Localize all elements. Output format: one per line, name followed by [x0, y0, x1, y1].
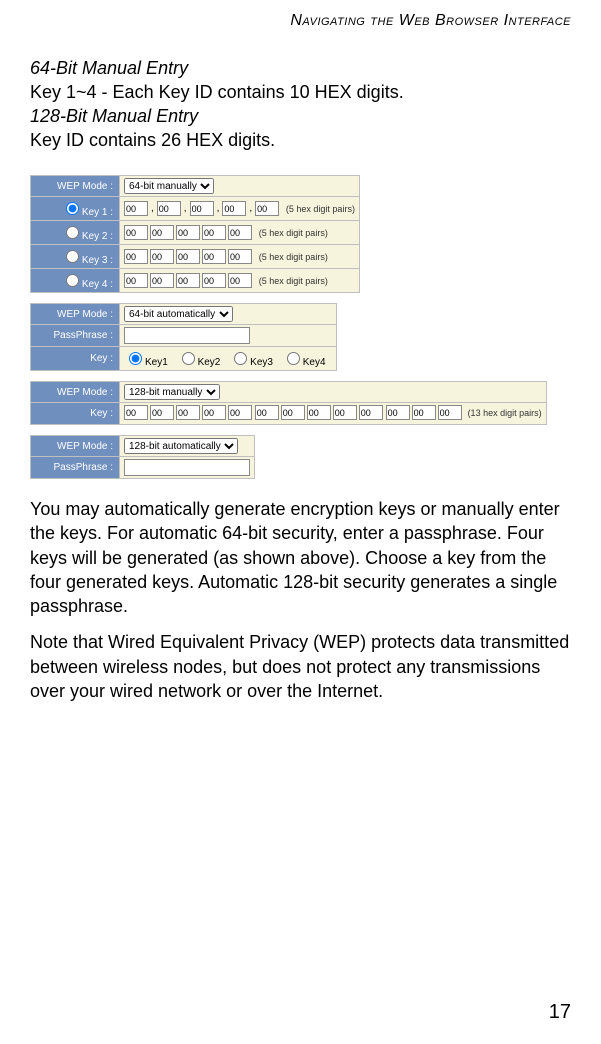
key1-label: Key 1 : [82, 207, 113, 218]
section-64bit-body: Key 1~4 - Each Key ID contains 10 HEX di… [30, 81, 571, 104]
wep-128-auto-table: WEP Mode : 128-bit automatically PassPhr… [30, 435, 255, 479]
key2-hex-1[interactable] [124, 225, 148, 240]
k128-hex[interactable] [255, 405, 279, 420]
body-paragraph-2: Note that Wired Equivalent Privacy (WEP)… [30, 630, 571, 703]
key4-hex-2[interactable] [150, 273, 174, 288]
k128-hex[interactable] [150, 405, 174, 420]
key4-hex-1[interactable] [124, 273, 148, 288]
key1-hex-4[interactable] [222, 201, 246, 216]
wep-mode-label: WEP Mode : [31, 436, 120, 457]
key4-hex-4[interactable] [202, 273, 226, 288]
key1-hex-3[interactable] [190, 201, 214, 216]
wep-mode-select[interactable]: 128-bit automatically [124, 438, 238, 454]
key3-hex-1[interactable] [124, 249, 148, 264]
wep-64-manual-table: WEP Mode : 64-bit manually Key 1 : , , ,… [30, 175, 360, 293]
page-number: 17 [549, 1001, 571, 1024]
key4-label: Key 4 : [82, 279, 113, 290]
hex-note: (13 hex digit pairs) [468, 408, 542, 418]
k128-hex[interactable] [281, 405, 305, 420]
wep-mode-label: WEP Mode : [31, 304, 120, 325]
k128-hex[interactable] [202, 405, 226, 420]
wep-mode-label: WEP Mode : [31, 382, 120, 403]
key4-hex-5[interactable] [228, 273, 252, 288]
wep-mode-select[interactable]: 64-bit automatically [124, 306, 233, 322]
key3-hex-3[interactable] [176, 249, 200, 264]
auto-key4-radio[interactable] [287, 352, 300, 365]
auto-key2-radio[interactable] [182, 352, 195, 365]
wep-128-manual-table: WEP Mode : 128-bit manually Key : [30, 381, 547, 425]
key2-radio[interactable] [66, 226, 79, 239]
passphrase-label: PassPhrase : [31, 457, 120, 479]
passphrase-input[interactable] [124, 459, 250, 476]
hex-note: (5 hex digit pairs) [259, 228, 328, 238]
wep-mode-select[interactable]: 64-bit manually [124, 178, 214, 194]
k128-hex[interactable] [438, 405, 462, 420]
key1-hex-5[interactable] [255, 201, 279, 216]
wep-64-auto-table: WEP Mode : 64-bit automatically PassPhra… [30, 303, 337, 371]
key-label: Key : [31, 347, 120, 371]
section-128bit-body: Key ID contains 26 HEX digits. [30, 129, 571, 152]
key2-hex-3[interactable] [176, 225, 200, 240]
auto-key3-radio[interactable] [234, 352, 247, 365]
key3-hex-5[interactable] [228, 249, 252, 264]
k128-hex[interactable] [307, 405, 331, 420]
passphrase-input[interactable] [124, 327, 250, 344]
k128-hex[interactable] [333, 405, 357, 420]
auto-key1-radio[interactable] [129, 352, 142, 365]
hex-note: (5 hex digit pairs) [259, 276, 328, 286]
wep-mode-select[interactable]: 128-bit manually [124, 384, 220, 400]
section-64bit-title: 64-Bit Manual Entry [30, 58, 571, 79]
key3-hex-2[interactable] [150, 249, 174, 264]
body-paragraph-1: You may automatically generate encryptio… [30, 497, 571, 618]
passphrase-label: PassPhrase : [31, 325, 120, 347]
key2-hex-2[interactable] [150, 225, 174, 240]
k128-hex[interactable] [386, 405, 410, 420]
running-header: Navigating the Web Browser Interface [30, 12, 571, 30]
k128-hex[interactable] [124, 405, 148, 420]
key4-radio[interactable] [66, 274, 79, 287]
key1-hex-2[interactable] [157, 201, 181, 216]
key2-hex-5[interactable] [228, 225, 252, 240]
hex-note: (5 hex digit pairs) [259, 252, 328, 262]
wep-mode-label: WEP Mode : [31, 176, 120, 197]
key2-label: Key 2 : [82, 231, 113, 242]
key4-hex-3[interactable] [176, 273, 200, 288]
k128-hex[interactable] [176, 405, 200, 420]
hex-note: (5 hex digit pairs) [286, 204, 355, 214]
key-label: Key : [31, 403, 120, 425]
section-128bit-title: 128-Bit Manual Entry [30, 106, 571, 127]
k128-hex[interactable] [228, 405, 252, 420]
key3-hex-4[interactable] [202, 249, 226, 264]
key3-radio[interactable] [66, 250, 79, 263]
key1-radio[interactable] [66, 202, 79, 215]
key3-label: Key 3 : [82, 255, 113, 266]
k128-hex[interactable] [412, 405, 436, 420]
k128-hex[interactable] [359, 405, 383, 420]
key2-hex-4[interactable] [202, 225, 226, 240]
key1-hex-1[interactable] [124, 201, 148, 216]
